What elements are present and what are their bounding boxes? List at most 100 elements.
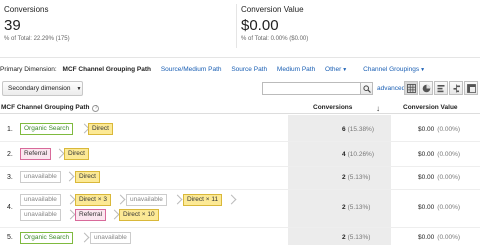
path-arrow [65, 209, 76, 220]
path-arrow [65, 194, 76, 205]
bar-view-button[interactable] [434, 81, 448, 95]
chevron-down-icon: ▼ [420, 67, 426, 73]
table-row: 3. unavailable Direct 2 (5.13%) $0.00 (0.0… [0, 167, 480, 190]
conversion-value-percent: (0.00%) [437, 204, 461, 211]
path-tag-referral: Referral [20, 148, 52, 160]
column-header-conversions[interactable]: Conversions [313, 104, 352, 111]
conversions-percent: (5.13%) [347, 204, 371, 211]
row-number: 5. [7, 234, 13, 241]
table-grid-icon [407, 84, 416, 93]
path-tag-organic-search: Organic Search [20, 123, 74, 135]
chevron-down-icon: ▼ [342, 67, 348, 73]
conversion-value-cell: $0.00 (0.00%) [418, 151, 460, 158]
conversions-count: 4 [342, 151, 346, 158]
bar-list-icon [437, 85, 445, 93]
path-tag-direct-x10: Direct × 10 [119, 209, 159, 221]
conversion-value-cell: $0.00 (0.00%) [418, 126, 460, 133]
primary-dimension-label: Primary Dimension: [0, 66, 57, 73]
column-header-conversion-value[interactable]: Conversion Value [403, 104, 458, 111]
conversions-label: Conversions [4, 5, 49, 14]
table-row: 2. Referral Direct 4 (10.26%) $0.00 (0.00%… [0, 142, 480, 167]
conversions-cell: 2 (5.13%) [342, 234, 370, 241]
table-search-input[interactable] [262, 82, 361, 95]
advanced-filter-link[interactable]: advanced [377, 85, 405, 92]
conversions-percent: (5.13%) [347, 174, 371, 181]
pie-chart-icon [422, 84, 431, 93]
conversion-value-amount: $0.00 [418, 151, 435, 158]
sorted-column-shade [288, 142, 391, 166]
path-header-label: MCF Channel Grouping Path [1, 104, 90, 111]
column-header-path[interactable]: MCF Channel Grouping Path? [1, 104, 100, 112]
dimension-link-source-path[interactable]: Source Path [231, 66, 267, 73]
path-arrow [226, 194, 237, 205]
conversions-cell: 2 (5.13%) [342, 204, 370, 211]
conversions-cell: 2 (5.13%) [342, 174, 370, 181]
other-label: Other [325, 66, 342, 73]
conversions-count: 2 [342, 234, 346, 241]
path-tag-referral: Referral [75, 209, 107, 221]
conversions-value: 39 [4, 17, 21, 34]
pivot-table-icon [467, 84, 476, 93]
path-tag-direct-x3: Direct × 3 [75, 194, 111, 206]
conversions-metric: Conversions 39 % of Total: 22.29% (175) [4, 5, 70, 42]
path-tag-unavailable: unavailable [20, 171, 61, 183]
table-row: 1. Organic Search Direct 6 (15.38%) $0.00… [0, 115, 480, 142]
conversion-value-metric: Conversion Value $0.00 % of Total: 0.00%… [241, 5, 308, 42]
pivot-view-button[interactable] [464, 81, 478, 95]
conversions-percent: (10.26%) [347, 151, 374, 158]
search-icon [363, 85, 371, 93]
sorted-column-shade [288, 115, 391, 141]
path-tag-unavailable: unavailable [90, 232, 131, 244]
secondary-dimension-dropdown[interactable]: Secondary dimension ▼ [2, 81, 83, 96]
secondary-dimension-label: Secondary dimension [8, 85, 71, 92]
conversion-value-cell: $0.00 (0.00%) [418, 174, 460, 181]
path-arrow [54, 148, 65, 159]
dimension-link-medium-path[interactable]: Medium Path [277, 66, 315, 73]
primary-dimension-bar: Primary Dimension: MCF Channel Grouping … [0, 66, 425, 73]
conversion-value-percent: (0.00%) [437, 151, 461, 158]
comparison-view-button[interactable] [449, 81, 463, 95]
conversions-percent: (5.13%) [347, 234, 371, 241]
table-row: 5. Organic Search unavailable 2 (5.13%) $… [0, 228, 480, 245]
dimension-link-other[interactable]: Other▼ [325, 66, 347, 73]
summary-metrics: Conversions 39 % of Total: 22.29% (175) … [0, 0, 480, 56]
dimension-link-channel-groupings[interactable]: Channel Groupings▼ [363, 66, 425, 73]
sort-descending-icon[interactable]: ↓ [376, 104, 380, 113]
section-divider [0, 57, 480, 58]
path-arrow [79, 232, 90, 243]
sorted-column-shade [288, 228, 391, 245]
row-number: 1. [7, 126, 13, 133]
conversion-value-percent: (0.00%) [437, 234, 461, 241]
help-icon[interactable]: ? [92, 105, 100, 112]
conversions-cell: 4 (10.26%) [342, 151, 374, 158]
primary-dimension-current: MCF Channel Grouping Path [62, 66, 151, 73]
path-tag-direct: Direct [64, 148, 89, 160]
conversions-total: % of Total: 22.29% (175) [4, 36, 70, 42]
search-button[interactable] [361, 82, 373, 95]
conversion-value-cell: $0.00 (0.00%) [418, 234, 460, 241]
comparison-icon [453, 84, 460, 93]
table-view-button[interactable] [404, 81, 418, 95]
path-tag-unavailable: unavailable [20, 209, 61, 221]
table-toolbar: Secondary dimension ▼ advanced [0, 80, 480, 98]
path-arrow [64, 171, 75, 182]
dimension-link-source-medium-path[interactable]: Source/Medium Path [161, 66, 222, 73]
path-arrow [109, 209, 120, 220]
conversion-value-total: % of Total: 0.00% ($0.00) [241, 36, 309, 42]
table-row: 4. unavailable Direct × 3 unavailable Di… [0, 190, 480, 228]
chevron-down-icon: ▼ [76, 86, 82, 92]
conversions-count: 6 [342, 126, 346, 133]
conversion-value-amount: $0.00 [418, 234, 435, 241]
conversion-value-amount: $0.00 [418, 204, 435, 211]
path-tag-organic-search: Organic Search [20, 232, 74, 244]
conversion-value-value: $0.00 [241, 17, 279, 34]
conversions-cell: 6 (15.38%) [342, 126, 374, 133]
conversion-value-percent: (0.00%) [437, 126, 461, 133]
conversion-value-amount: $0.00 [418, 126, 435, 133]
table-header: MCF Channel Grouping Path? Conversions C… [0, 101, 480, 114]
sorted-column-shade [288, 190, 391, 227]
conversion-value-label: Conversion Value [241, 5, 304, 14]
pie-view-button[interactable] [419, 81, 433, 95]
conversions-count: 2 [342, 174, 346, 181]
row-number: 2. [7, 151, 13, 158]
